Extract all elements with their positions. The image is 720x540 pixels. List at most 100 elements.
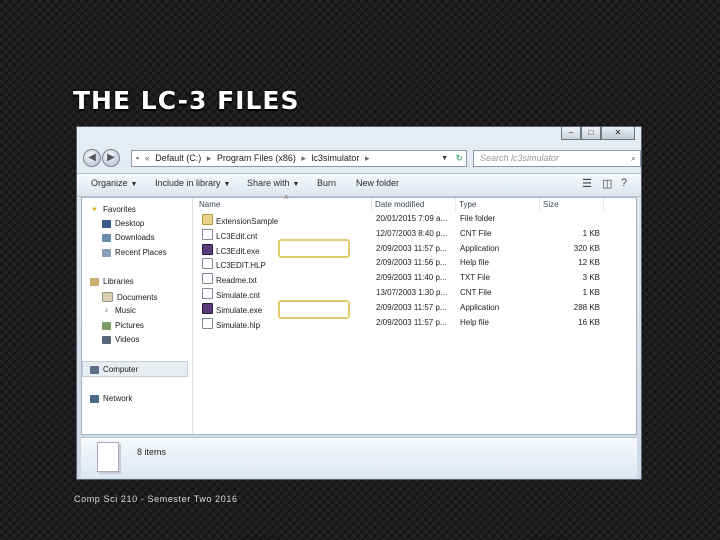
file-name-label: ExtensionSample	[216, 217, 279, 226]
file-name[interactable]: LC3EDIT.HLP	[202, 258, 372, 270]
recent-places-icon	[102, 248, 111, 257]
videos-icon	[102, 335, 111, 344]
help-icon[interactable]: ?	[621, 177, 627, 189]
nav-videos[interactable]: Videos	[102, 335, 139, 344]
navigation-pane: ★ Favorites Desktop Downloads Recent Plac…	[82, 198, 193, 434]
nav-favorites[interactable]: ★ Favorites	[90, 205, 136, 214]
documents-icon	[102, 292, 113, 302]
file-row[interactable]: LC3Edit.cnt 12/07/2003 8:40 p... CNT File 1…	[192, 228, 636, 242]
slide-footer: Comp Sci 210 - Semester Two 2016	[74, 494, 238, 504]
caret-down-icon: ▼	[130, 181, 138, 188]
new-folder-button[interactable]: New folder	[356, 178, 399, 188]
file-name[interactable]: ExtensionSample	[202, 214, 372, 226]
file-date-modified: 2/09/2003 11:57 p...	[376, 302, 447, 312]
nav-computer[interactable]: Computer	[82, 361, 188, 377]
address-dropdown-icon[interactable]: ▼	[441, 151, 448, 166]
file-name-label: Simulate.hlp	[216, 320, 261, 330]
file-name[interactable]: Simulate.cnt	[202, 288, 372, 300]
column-header-name[interactable]: Name	[196, 198, 372, 211]
file-size: 320 KB	[573, 243, 600, 253]
breadcrumb-program-files[interactable]: Program Files (x86)	[217, 153, 296, 163]
breadcrumb-lc3simulator[interactable]: lc3simulator	[311, 153, 359, 163]
file-type: CNT File	[460, 288, 492, 297]
file-name[interactable]: Readme.txt	[202, 273, 372, 285]
file-size: 288 KB	[573, 302, 600, 312]
file-name[interactable]: LC3Edit.exe	[202, 243, 372, 256]
maximize-button[interactable]: □	[581, 127, 601, 140]
file-row[interactable]: LC3EDIT.HLP 2/09/2003 11:56 p... Help file…	[192, 257, 636, 271]
file-name[interactable]: Simulate.exe	[202, 302, 372, 315]
file-name[interactable]: LC3Edit.cnt	[202, 228, 372, 241]
document-icon	[202, 228, 213, 240]
back-arrow-icon: ◀	[88, 152, 96, 163]
chevron-icon: «	[144, 153, 150, 163]
file-name-label: Readme.txt	[216, 276, 257, 286]
command-bar: Organize ▼ Include in library ▼ Share with…	[77, 173, 641, 197]
preview-pane-icon[interactable]: ◫	[602, 177, 612, 190]
search-input[interactable]: Search lc3simulator ⌕	[473, 150, 641, 167]
search-icon[interactable]: ⌕	[631, 151, 636, 166]
file-row[interactable]: ExtensionSample 20/01/2015 7:09 a... File …	[192, 213, 636, 227]
file-type: Help file	[460, 258, 489, 268]
nav-libraries[interactable]: Libraries	[90, 277, 134, 286]
column-header-size[interactable]: Size	[540, 198, 604, 211]
file-date-modified: 12/07/2003 8:40 p...	[376, 228, 448, 238]
share-with-button[interactable]: Share with ▼	[247, 178, 299, 188]
address-bar[interactable]: ▪ « Default (C:) ▸ Program Files (x86) ▸…	[131, 150, 467, 167]
file-name-label: Simulate.exe	[216, 305, 263, 315]
chevron-right-icon: ▸	[206, 153, 212, 163]
file-size: 1 KB	[582, 228, 600, 238]
file-date-modified: 20/01/2015 7:09 a...	[376, 214, 448, 223]
file-row[interactable]: Simulate.exe 2/09/2003 11:57 p... Applicat…	[192, 302, 636, 316]
file-row[interactable]: Simulate.hlp 2/09/2003 11:57 p... Help fil…	[192, 317, 636, 331]
items-count: 8 items	[137, 447, 167, 457]
file-type: CNT File	[460, 228, 492, 238]
libraries-icon	[90, 277, 99, 286]
file-date-modified: 13/07/2003 1:30 p...	[376, 288, 448, 297]
caret-down-icon: ▼	[292, 181, 300, 188]
file-row[interactable]: LC3Edit.exe 2/09/2003 11:57 p... Applicati…	[192, 243, 636, 257]
view-options-icon[interactable]: ☰	[582, 177, 592, 190]
nav-pictures[interactable]: Pictures	[102, 321, 144, 330]
include-in-library-button[interactable]: Include in library ▼	[155, 178, 230, 188]
organize-button[interactable]: Organize ▼	[91, 178, 137, 188]
nav-documents[interactable]: Documents	[102, 292, 157, 302]
chevron-right-icon: ▸	[364, 153, 370, 163]
nav-desktop[interactable]: Desktop	[102, 219, 144, 228]
column-header-type[interactable]: Type	[456, 198, 540, 211]
application-icon	[202, 243, 213, 255]
file-date-modified: 2/09/2003 11:57 p...	[376, 243, 447, 253]
music-icon: ♪	[104, 306, 109, 314]
refresh-icon[interactable]: ↻	[455, 151, 463, 166]
file-type: Application	[460, 302, 500, 312]
help-file-icon	[202, 258, 213, 270]
forward-arrow-icon: ▶	[107, 152, 115, 163]
burn-button[interactable]: Burn	[317, 178, 336, 188]
file-size: 16 KB	[578, 317, 600, 327]
pictures-icon	[102, 321, 111, 330]
minimize-button[interactable]: –	[561, 127, 581, 140]
nav-downloads[interactable]: Downloads	[102, 233, 155, 242]
column-header-date-modified[interactable]: Date modified	[372, 198, 456, 211]
file-row[interactable]: Simulate.cnt 13/07/2003 1:30 p... CNT File…	[192, 287, 636, 301]
file-type: File folder	[460, 214, 496, 223]
file-date-modified: 2/09/2003 11:56 p...	[376, 258, 447, 268]
breadcrumb-default-drive[interactable]: Default (C:)	[155, 153, 201, 163]
file-date-modified: 2/09/2003 11:40 p...	[376, 273, 447, 283]
file-name-label: LC3Edit.cnt	[216, 231, 258, 241]
forward-button[interactable]: ▶	[102, 149, 120, 167]
folder-icon: ▪	[136, 153, 140, 163]
nav-network[interactable]: Network	[90, 394, 132, 403]
file-stack-icon	[97, 442, 119, 472]
close-button[interactable]: ✕	[601, 127, 635, 140]
details-pane: 8 items	[81, 437, 637, 478]
nav-music[interactable]: ♪ Music	[102, 306, 136, 315]
file-row[interactable]: Readme.txt 2/09/2003 11:40 p... TXT File 3 …	[192, 272, 636, 286]
file-name[interactable]: Simulate.hlp	[202, 317, 372, 330]
nav-recent-places[interactable]: Recent Places	[102, 248, 167, 257]
window-controls: – □ ✕	[561, 127, 635, 140]
chevron-right-icon: ▸	[301, 153, 306, 163]
document-icon	[202, 273, 213, 285]
caret-down-icon: ▼	[223, 181, 231, 188]
back-button[interactable]: ◀	[83, 149, 101, 167]
